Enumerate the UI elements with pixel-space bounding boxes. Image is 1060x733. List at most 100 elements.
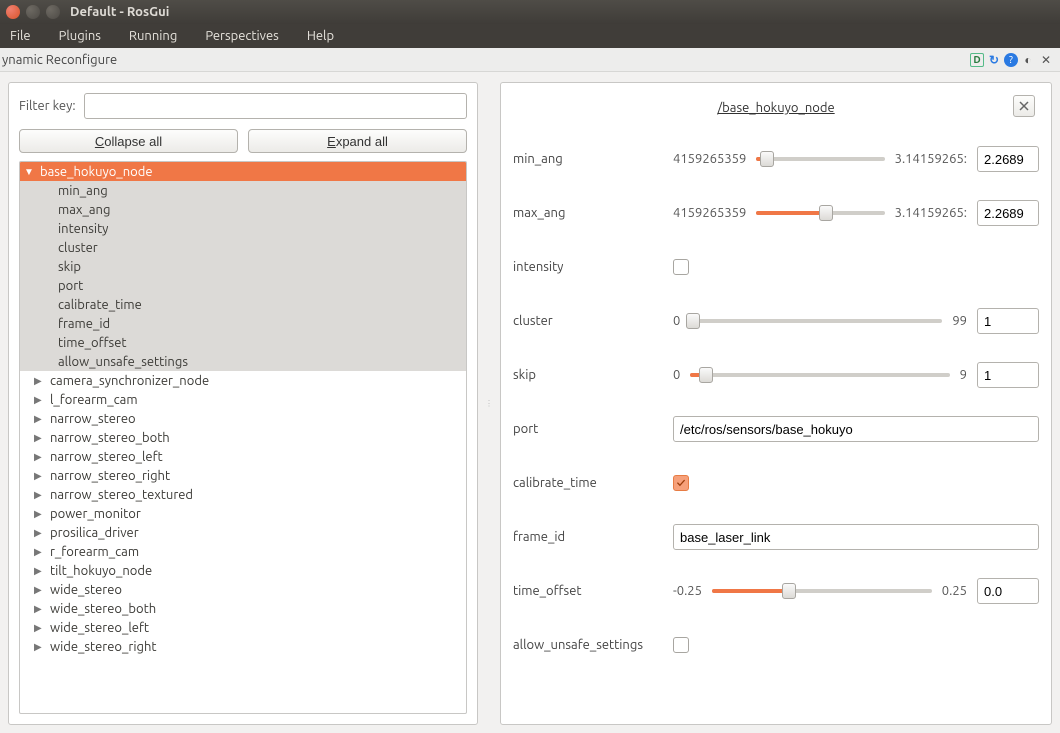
- window-title: Default - RosGui: [70, 5, 169, 19]
- param-label: frame_id: [513, 530, 673, 544]
- tree-child[interactable]: allow_unsafe_settings: [20, 352, 466, 371]
- text-input[interactable]: [673, 524, 1039, 550]
- param-label: port: [513, 422, 673, 436]
- tree-node[interactable]: ▶narrow_stereo_textured: [20, 485, 466, 504]
- menu-running[interactable]: Running: [125, 26, 181, 46]
- collapse-all-button[interactable]: Collapse all: [19, 129, 238, 153]
- range-max: 0.25: [942, 584, 967, 598]
- tree-node[interactable]: ▶prosilica_driver: [20, 523, 466, 542]
- tree-child[interactable]: max_ang: [20, 200, 466, 219]
- param-row-allow_unsafe_settings: allow_unsafe_settings: [513, 625, 1039, 665]
- splitter-handle[interactable]: ⋮: [486, 82, 492, 725]
- range-max: 9: [960, 368, 967, 382]
- range-max: 3.14159265:: [895, 152, 967, 166]
- tree-node[interactable]: ▶power_monitor: [20, 504, 466, 523]
- window-minimize-icon[interactable]: [26, 5, 40, 19]
- menu-perspectives[interactable]: Perspectives: [201, 26, 282, 46]
- dock-icon[interactable]: D: [970, 53, 984, 67]
- refresh-icon[interactable]: ↻: [986, 52, 1002, 68]
- tree-child[interactable]: skip: [20, 257, 466, 276]
- tree-node[interactable]: ▶wide_stereo_left: [20, 618, 466, 637]
- menu-help[interactable]: Help: [303, 26, 338, 46]
- param-label: cluster: [513, 314, 673, 328]
- param-row-port: port: [513, 409, 1039, 449]
- help-icon[interactable]: ?: [1004, 53, 1018, 67]
- tree-node[interactable]: ▶narrow_stereo_right: [20, 466, 466, 485]
- tree-child[interactable]: port: [20, 276, 466, 295]
- param-row-intensity: intensity: [513, 247, 1039, 287]
- slider[interactable]: [690, 312, 942, 330]
- param-label: max_ang: [513, 206, 673, 220]
- tree-panel: Filter key: Collapse all Expand all ▼bas…: [8, 82, 478, 725]
- menu-file[interactable]: File: [6, 26, 35, 46]
- range-min: 0: [673, 368, 680, 382]
- window-close-icon[interactable]: [6, 5, 20, 19]
- value-input[interactable]: [977, 578, 1039, 604]
- slider-thumb[interactable]: [782, 583, 796, 599]
- window-maximize-icon[interactable]: [46, 5, 60, 19]
- settings-icon[interactable]: ◐: [1020, 52, 1036, 68]
- value-input[interactable]: [977, 146, 1039, 172]
- filter-label: Filter key:: [19, 99, 76, 113]
- parameters-title: /base_hokuyo_node: [717, 99, 834, 115]
- tree-node[interactable]: ▶wide_stereo: [20, 580, 466, 599]
- value-input[interactable]: [977, 200, 1039, 226]
- close-plugin-icon[interactable]: ✕: [1038, 52, 1054, 68]
- value-input[interactable]: [977, 362, 1039, 388]
- filter-input[interactable]: [84, 93, 467, 119]
- tree-child[interactable]: time_offset: [20, 333, 466, 352]
- tree-node[interactable]: ▶r_forearm_cam: [20, 542, 466, 561]
- expand-all-button[interactable]: Expand all: [248, 129, 467, 153]
- tree-node[interactable]: ▶tilt_hokuyo_node: [20, 561, 466, 580]
- param-label: skip: [513, 368, 673, 382]
- range-max: 3.14159265:: [895, 206, 967, 220]
- tree-node[interactable]: ▶narrow_stereo: [20, 409, 466, 428]
- range-min: 4159265359: [673, 152, 746, 166]
- tree-child[interactable]: min_ang: [20, 181, 466, 200]
- parameters-panel: /base_hokuyo_node min_ang4159265359 3.141…: [500, 82, 1052, 725]
- slider[interactable]: [756, 204, 884, 222]
- slider[interactable]: [756, 150, 884, 168]
- tree-child[interactable]: cluster: [20, 238, 466, 257]
- slider-thumb[interactable]: [699, 367, 713, 383]
- window-titlebar: Default - RosGui: [0, 0, 1060, 24]
- param-label: time_offset: [513, 584, 673, 598]
- tree-child[interactable]: calibrate_time: [20, 295, 466, 314]
- menu-plugins[interactable]: Plugins: [55, 26, 105, 46]
- checkbox[interactable]: [673, 637, 689, 653]
- menubar: File Plugins Running Perspectives Help: [0, 24, 1060, 48]
- param-row-frame_id: frame_id: [513, 517, 1039, 557]
- slider-thumb[interactable]: [819, 205, 833, 221]
- param-row-max_ang: max_ang41592653593.14159265:: [513, 193, 1039, 233]
- param-row-cluster: cluster099: [513, 301, 1039, 341]
- tree-child[interactable]: intensity: [20, 219, 466, 238]
- slider-thumb[interactable]: [686, 313, 700, 329]
- tree-node[interactable]: ▶narrow_stereo_left: [20, 447, 466, 466]
- tree-node[interactable]: ▶wide_stereo_both: [20, 599, 466, 618]
- text-input[interactable]: [673, 416, 1039, 442]
- param-row-skip: skip0 9: [513, 355, 1039, 395]
- tree-child[interactable]: frame_id: [20, 314, 466, 333]
- tree-node[interactable]: ▶wide_stereo_right: [20, 637, 466, 656]
- slider[interactable]: [712, 582, 932, 600]
- range-min: -0.25: [673, 584, 702, 598]
- plugin-toolbar: ynamic Reconfigure D ↻ ? ◐ ✕: [0, 48, 1060, 72]
- tree-node[interactable]: ▶l_forearm_cam: [20, 390, 466, 409]
- tree-node-selected[interactable]: ▼base_hokuyo_node: [20, 162, 466, 181]
- slider-thumb[interactable]: [760, 151, 774, 167]
- param-row-time_offset: time_offset-0.25 0.25: [513, 571, 1039, 611]
- param-label: min_ang: [513, 152, 673, 166]
- param-label: calibrate_time: [513, 476, 673, 490]
- close-parameters-button[interactable]: [1013, 95, 1035, 117]
- range-min: 0: [673, 314, 680, 328]
- value-input[interactable]: [977, 308, 1039, 334]
- slider[interactable]: [690, 366, 949, 384]
- tree-node[interactable]: ▶camera_synchronizer_node: [20, 371, 466, 390]
- close-icon: [1018, 100, 1030, 112]
- tree-node[interactable]: ▶narrow_stereo_both: [20, 428, 466, 447]
- checkbox[interactable]: [673, 259, 689, 275]
- node-tree[interactable]: ▼base_hokuyo_nodemin_angmax_angintensity…: [19, 161, 467, 714]
- plugin-title: ynamic Reconfigure: [0, 53, 117, 67]
- param-label: intensity: [513, 260, 673, 274]
- checkbox[interactable]: [673, 475, 689, 491]
